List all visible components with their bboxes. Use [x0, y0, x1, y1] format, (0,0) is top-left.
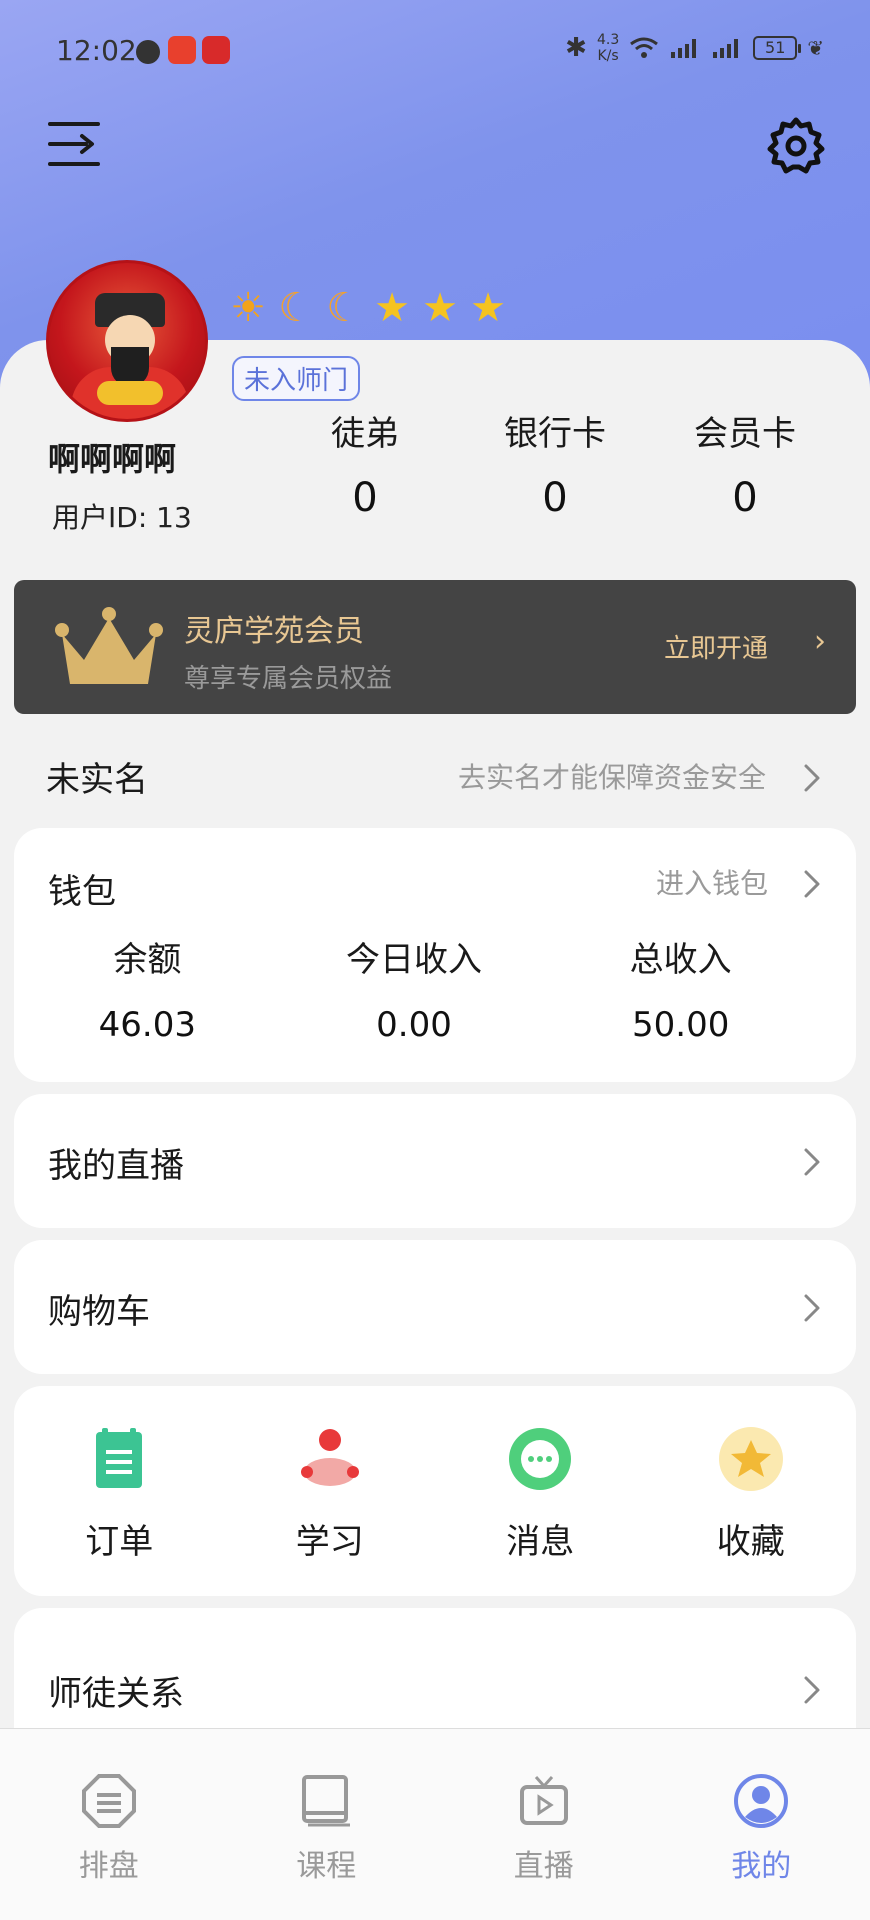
- tab-live[interactable]: 直播: [435, 1729, 653, 1920]
- sun-icon: ☀: [230, 285, 266, 331]
- status-icons: ✱ 4.3 K/s 51 ❦: [565, 32, 824, 64]
- tab-mine[interactable]: 我的: [653, 1729, 870, 1920]
- study-icon: [300, 1429, 359, 1486]
- wallet-card: 钱包 进入钱包 余额 46.03 今日收入 0.00 总收入 50.00: [14, 828, 856, 1082]
- shopping-cart-row[interactable]: 购物车: [14, 1240, 856, 1374]
- vip-activate-button[interactable]: 立即开通: [664, 628, 768, 665]
- vip-title: 灵庐学苑会员: [184, 614, 364, 649]
- wallet-title: 钱包: [48, 872, 116, 912]
- status-bar: 12:02 ✱ 4.3 K/s 51 ❦: [0, 0, 870, 100]
- user-icon: [734, 1774, 789, 1828]
- profile-stats: 徒弟 0 银行卡 0 会员卡 0: [270, 406, 840, 521]
- level-badges: ☀ ☾ ☾ ★ ★ ★: [226, 286, 510, 330]
- verification-hint[interactable]: 去实名才能保障资金安全: [458, 756, 766, 796]
- wallet-balance[interactable]: 余额 46.03: [14, 932, 281, 1045]
- chevron-right-icon: [804, 1676, 820, 1704]
- shortcut-favorites[interactable]: 收藏: [646, 1386, 857, 1596]
- shortcut-messages[interactable]: 消息: [435, 1386, 646, 1596]
- chevron-right-icon: ›: [814, 624, 826, 659]
- enter-wallet-link[interactable]: 进入钱包: [656, 862, 768, 902]
- stat-bank-cards[interactable]: 银行卡 0: [460, 406, 650, 521]
- star-icon: [718, 1427, 783, 1491]
- chat-icon: [509, 1428, 572, 1490]
- vip-banner[interactable]: 灵庐学苑会员 尊享专属会员权益 立即开通 ›: [14, 580, 856, 714]
- shortcut-grid: 订单 学习 消息 收藏: [14, 1386, 856, 1596]
- leaf-icon: ❦: [807, 36, 824, 60]
- layout-icon: [81, 1774, 136, 1828]
- avatar[interactable]: [46, 260, 208, 422]
- app-notification-icon: [168, 36, 196, 64]
- vip-subtitle: 尊享专属会员权益: [184, 664, 393, 694]
- crown-icon: [55, 607, 163, 684]
- stat-apprentices[interactable]: 徒弟 0: [270, 406, 460, 521]
- chevron-right-icon: [804, 870, 820, 898]
- settings-gear-icon[interactable]: [766, 116, 826, 176]
- battery-indicator: 51: [753, 36, 802, 60]
- tv-icon: [519, 1776, 568, 1825]
- my-live-row[interactable]: 我的直播: [14, 1094, 856, 1228]
- signal-icon: [713, 39, 739, 58]
- signal-icon: [671, 39, 697, 58]
- wallet-total-income[interactable]: 总收入 50.00: [547, 932, 814, 1045]
- wallet-summary: 余额 46.03 今日收入 0.00 总收入 50.00: [14, 932, 814, 1045]
- user-id: 用户ID: 13: [52, 501, 192, 534]
- book-icon: [302, 1775, 351, 1827]
- moon-icon: ☾: [326, 285, 362, 331]
- star-icon: ★: [470, 285, 506, 331]
- chevron-right-icon: [804, 1148, 820, 1176]
- moon-icon: ☾: [278, 285, 314, 331]
- status-time: 12:02: [56, 34, 137, 67]
- bottom-tab-bar: 排盘 课程 直播 我的: [0, 1728, 870, 1920]
- app-notification-icon: [202, 36, 230, 64]
- bluetooth-icon: ✱: [565, 33, 587, 63]
- star-icon: ★: [422, 285, 458, 331]
- net-speed: 4.3 K/s: [596, 32, 620, 64]
- verification-status[interactable]: 未实名: [46, 752, 148, 801]
- stat-member-cards[interactable]: 会员卡 0: [650, 406, 840, 521]
- username: 啊啊啊啊: [48, 440, 177, 478]
- clipboard-icon: [96, 1428, 143, 1488]
- tab-courses[interactable]: 课程: [218, 1729, 436, 1920]
- star-icon: ★: [374, 285, 410, 331]
- wifi-icon: [630, 37, 659, 58]
- chevron-right-icon: [804, 1294, 820, 1322]
- rank-tag: 未入师门: [232, 356, 361, 401]
- tab-paipan[interactable]: 排盘: [0, 1729, 218, 1920]
- shortcut-study[interactable]: 学习: [225, 1386, 436, 1596]
- chevron-right-icon: [804, 764, 820, 792]
- chat-notification-icon: [136, 40, 160, 64]
- wallet-today-income[interactable]: 今日收入 0.00: [281, 932, 548, 1045]
- shortcut-orders[interactable]: 订单: [14, 1386, 225, 1596]
- menu-icon[interactable]: [46, 118, 102, 170]
